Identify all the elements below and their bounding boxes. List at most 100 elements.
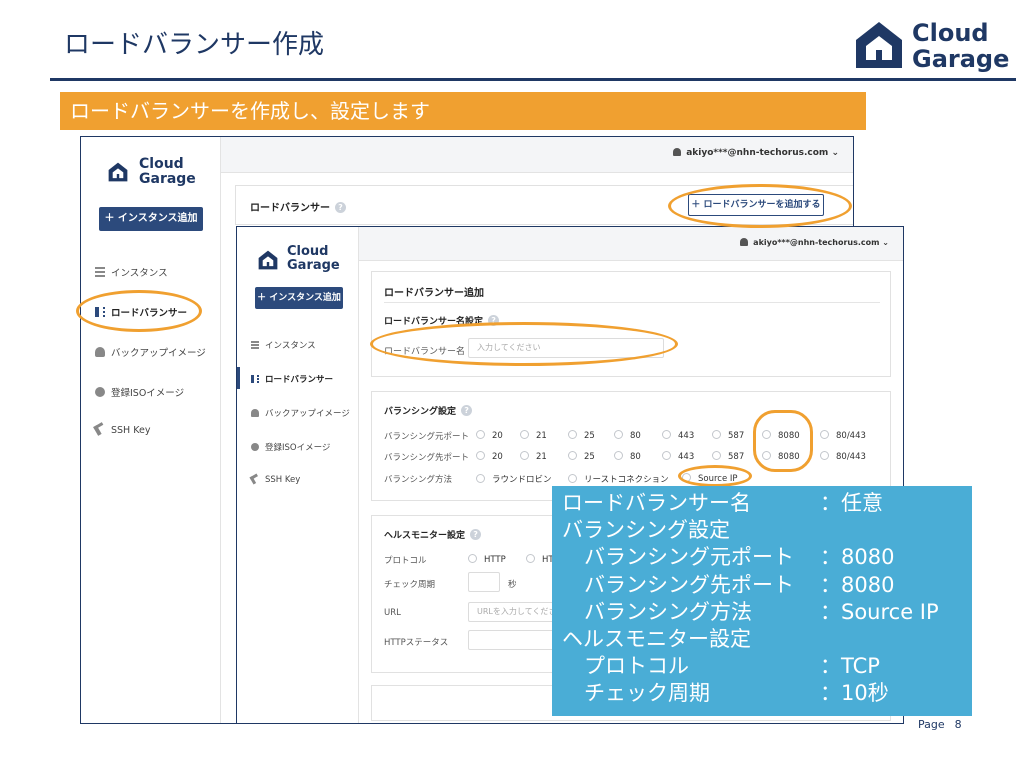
url-input[interactable]: URLを入力してくださ (468, 602, 564, 622)
summary-key: バランシング先ポート (584, 572, 794, 597)
dest-port-80-443[interactable]: 80/443 (820, 451, 866, 462)
sidebar-item-backup-images[interactable]: バックアップイメージ (95, 345, 206, 359)
method-label: バランシング方法 (384, 475, 453, 485)
dest-port-20[interactable]: 20 (476, 451, 503, 462)
http-status-input[interactable] (468, 630, 564, 650)
radio-circle (520, 451, 529, 460)
help-icon[interactable]: ? (461, 405, 473, 416)
settings-summary: ロードバランサー名 ：任意 バランシング設定 バランシング元ポート ：8080 バラ… (552, 486, 972, 716)
sidebar-item-label: バックアップイメージ (265, 409, 350, 419)
radio-label: 80 (630, 452, 641, 462)
balancing-section-title: バランシング設定? (384, 404, 473, 417)
check-interval-input[interactable] (468, 572, 500, 592)
radio-label: 587 (728, 452, 745, 462)
sidebar-item-label: 登録ISOイメージ (265, 443, 331, 453)
summary-key: バランシング元ポート (584, 545, 794, 570)
radio-circle (614, 451, 623, 460)
cloudgarage-house-icon (108, 162, 128, 182)
source-port-21[interactable]: 21 (520, 430, 547, 441)
dest-port-25[interactable]: 25 (568, 451, 595, 462)
lb-list-title-text: ロードバランサー (250, 203, 330, 214)
radio-circle (820, 430, 829, 439)
summary-row: チェック周期 ：10秒 (562, 680, 972, 707)
highlight-source-ip (678, 465, 752, 487)
dest-port-443[interactable]: 443 (662, 451, 694, 462)
load-balancer-icon (251, 375, 259, 383)
radio-label: 80 (630, 431, 641, 441)
protocol-http[interactable]: HTTP (468, 554, 506, 565)
source-port-80-443[interactable]: 80/443 (820, 430, 866, 441)
add-instance-button[interactable]: ＋ インスタンス追加 (255, 287, 343, 309)
sidebar: Cloud Garage ＋ インスタンス追加 インスタンス ロードバランサー … (237, 227, 359, 723)
radio-circle (476, 474, 485, 483)
help-icon[interactable]: ? (470, 529, 482, 540)
cloudgarage-house-icon (258, 250, 278, 270)
source-port-587[interactable]: 587 (712, 430, 744, 441)
logo-line-1: Cloud (287, 244, 329, 259)
http-status-label: HTTPステータス (384, 638, 449, 648)
radio-circle (520, 430, 529, 439)
chevron-down-icon: ⌄ (882, 238, 889, 247)
title-divider (50, 78, 1016, 81)
summary-key: ヘルスモニター設定 (562, 626, 751, 651)
radio-label: リーストコネクション (584, 475, 669, 485)
dest-port-label: バランシング先ポート (384, 453, 470, 463)
source-port-20[interactable]: 20 (476, 430, 503, 441)
source-port-80[interactable]: 80 (614, 430, 641, 441)
logo-line-2: Garage (287, 258, 340, 273)
sidebar-item-label: SSH Key (265, 475, 301, 485)
sidebar-item-instances[interactable]: インスタンス (95, 265, 168, 279)
active-indicator (237, 367, 240, 389)
cloud-icon (95, 347, 105, 357)
radio-label: 80/443 (836, 431, 866, 441)
source-port-443[interactable]: 443 (662, 430, 694, 441)
radio-circle (712, 451, 721, 460)
sidebar-item-iso-images[interactable]: 登録ISOイメージ (95, 385, 184, 399)
dest-port-21[interactable]: 21 (520, 451, 547, 462)
highlight-sidebar-lb (76, 290, 202, 332)
source-port-25[interactable]: 25 (568, 430, 595, 441)
brand-logo: Cloud Garage (852, 18, 1014, 74)
sidebar-item-iso-images[interactable]: 登録ISOイメージ (251, 441, 330, 453)
page-label-text: Page (918, 718, 945, 731)
protocol-second[interactable]: HT (526, 554, 554, 565)
user-icon (740, 238, 749, 246)
url-label: URL (384, 608, 401, 618)
summary-value: ：8080 (820, 545, 895, 570)
list-icon (95, 267, 105, 277)
sidebar-item-label: インスタンス (111, 268, 168, 279)
sidebar-item-ssh-key[interactable]: SSH Key (93, 422, 150, 436)
console-logo: Cloud Garage (107, 157, 207, 191)
user-menu[interactable]: akiyo***@nhn-techorus.com ⌄ (740, 238, 889, 247)
sidebar-item-instances[interactable]: インスタンス (251, 339, 316, 351)
help-icon[interactable]: ? (335, 202, 346, 213)
sidebar-item-load-balancer[interactable]: ロードバランサー (251, 373, 333, 385)
user-menu[interactable]: akiyo***@nhn-techorus.com ⌄ (673, 148, 839, 158)
balancing-card: バランシング設定? バランシング元ポート 20 21 25 80 443 587… (371, 391, 891, 501)
radio-circle (662, 430, 671, 439)
radio-circle (468, 554, 477, 563)
method-round-robin[interactable]: ラウンドロビン (476, 473, 552, 485)
add-instance-button[interactable]: ＋ インスタンス追加 (99, 207, 203, 231)
sidebar-item-ssh-key[interactable]: SSH Key (249, 473, 301, 485)
radio-circle (820, 451, 829, 460)
sidebar-item-backup-images[interactable]: バックアップイメージ (251, 407, 350, 419)
radio-label: HTTP (484, 555, 506, 565)
radio-label: 20 (492, 431, 503, 441)
brand-line-2: Garage (912, 45, 1010, 73)
summary-row: バランシング方法 ：Source IP (562, 599, 972, 626)
topbar: akiyo***@nhn-techorus.com ⌄ (221, 137, 853, 173)
dest-port-587[interactable]: 587 (712, 451, 744, 462)
user-email: akiyo***@nhn-techorus.com (753, 238, 880, 247)
summary-row: バランシング設定 (562, 517, 972, 544)
method-least-connection[interactable]: リーストコネクション (568, 473, 669, 485)
dest-port-80[interactable]: 80 (614, 451, 641, 462)
sidebar: Cloud Garage ＋ インスタンス追加 インスタンス ロードバランサー … (81, 137, 221, 723)
user-email: akiyo***@nhn-techorus.com (686, 148, 829, 158)
summary-key: バランシング設定 (562, 518, 730, 543)
disc-icon (95, 387, 105, 397)
radio-label: 20 (492, 452, 503, 462)
source-port-label: バランシング元ポート (384, 432, 470, 442)
user-icon (673, 148, 682, 156)
summary-key: ロードバランサー名 (562, 491, 751, 515)
